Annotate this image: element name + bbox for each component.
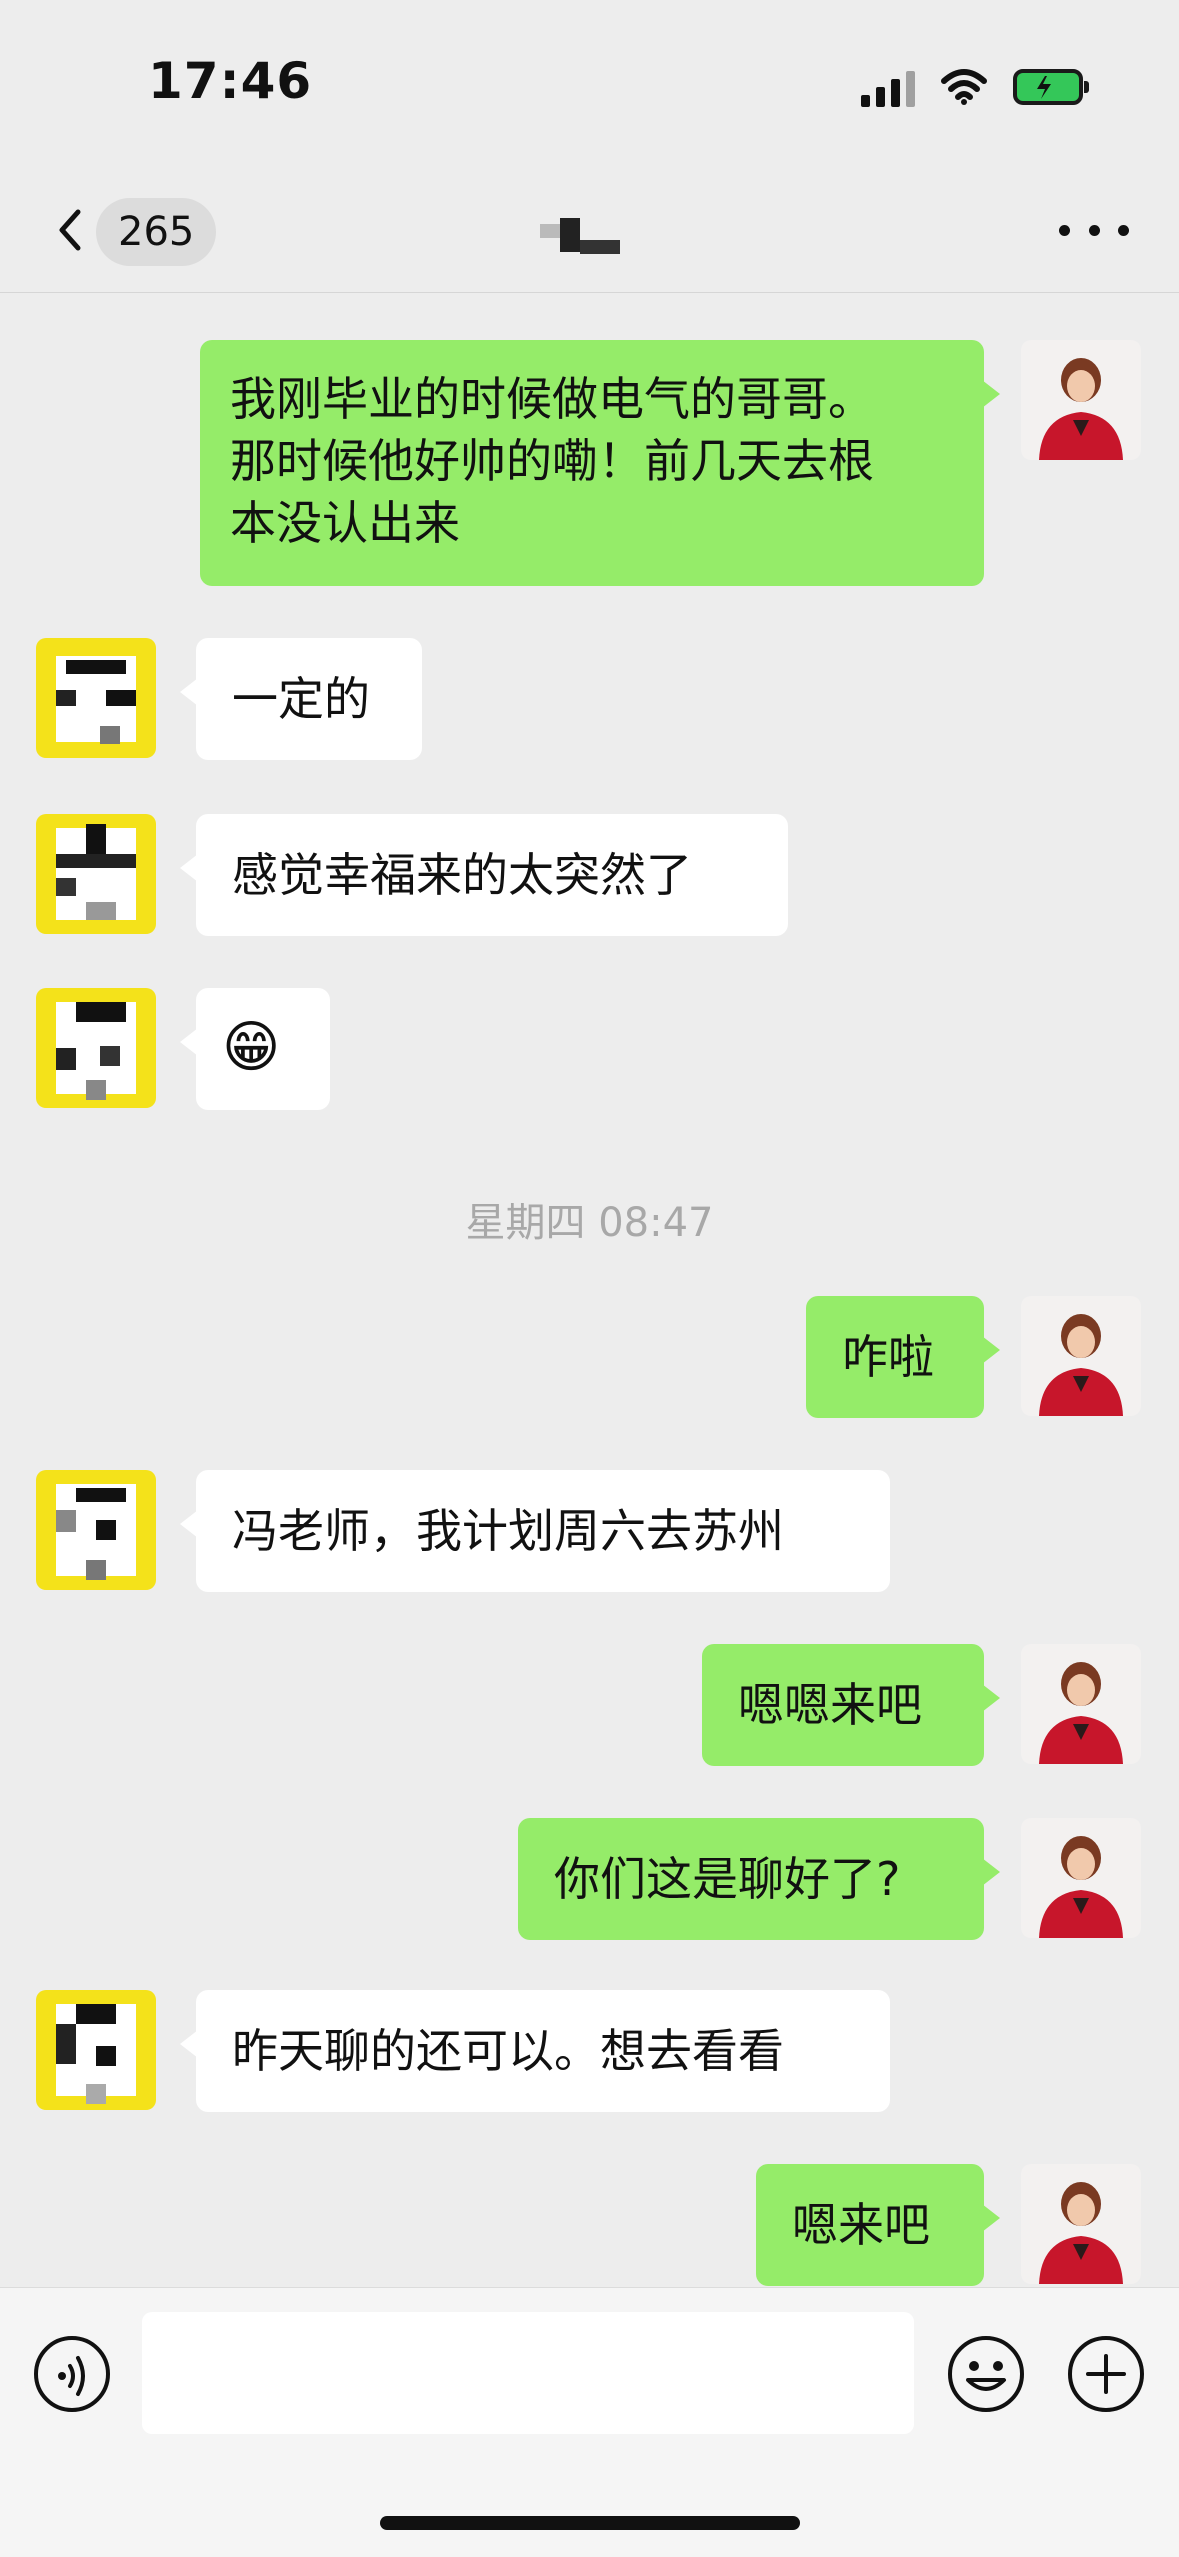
sent-message-bubble[interactable]: 我刚毕业的时候做电气的哥哥。 那时候他好帅的嘞！前几天去根 本没认出来 <box>200 340 1000 586</box>
received-message-bubble[interactable]: 一定的 <box>180 638 422 760</box>
contact-avatar[interactable] <box>36 814 156 934</box>
status-time: 17:46 <box>148 52 313 110</box>
received-message-bubble[interactable]: 感觉幸福来的太突然了 <box>180 814 788 936</box>
sent-message-bubble[interactable]: 嗯来吧 <box>756 2164 1000 2286</box>
more-dot <box>1118 224 1129 236</box>
chat-header: 265 <box>0 170 1179 293</box>
home-indicator[interactable] <box>380 2516 800 2530</box>
sent-message-bubble[interactable]: 你们这是聊好了? <box>518 1818 1000 1940</box>
status-bar: 17:46 <box>0 0 1179 170</box>
unread-count-badge[interactable]: 265 <box>96 198 217 266</box>
contact-avatar[interactable] <box>36 1470 156 1590</box>
message-list[interactable]: 我刚毕业的时候做电气的哥哥。 那时候他好帅的嘞！前几天去根 本没认出来 一定的 <box>0 292 1179 2287</box>
sent-message-bubble[interactable]: 嗯嗯来吧 <box>702 1644 1000 1766</box>
message-input[interactable] <box>142 2312 914 2434</box>
contact-avatar[interactable] <box>36 1990 156 2110</box>
voice-icon[interactable] <box>32 2334 112 2414</box>
received-emoji-bubble[interactable]: 😁 <box>180 988 330 1110</box>
my-avatar[interactable] <box>1021 340 1141 460</box>
my-avatar[interactable] <box>1021 2164 1141 2284</box>
battery-icon <box>1013 69 1089 105</box>
back-chevron-icon[interactable] <box>44 200 104 260</box>
status-icons <box>861 62 1089 112</box>
received-message-bubble[interactable]: 冯老师，我计划周六去苏州 <box>180 1470 890 1592</box>
chat-title-redacted <box>530 210 650 270</box>
signal-icon <box>861 67 915 107</box>
contact-avatar[interactable] <box>36 638 156 758</box>
time-divider: 星期四 08:47 <box>465 1200 714 1246</box>
received-message-bubble[interactable]: 昨天聊的还可以。想去看看 <box>180 1990 890 2112</box>
my-avatar[interactable] <box>1021 1296 1141 1416</box>
my-avatar[interactable] <box>1021 1644 1141 1764</box>
plus-icon[interactable] <box>1066 2334 1146 2414</box>
my-avatar[interactable] <box>1021 1818 1141 1938</box>
contact-avatar[interactable] <box>36 988 156 1108</box>
more-options-button[interactable] <box>1059 210 1129 250</box>
sent-message-bubble[interactable]: 咋啦 <box>806 1296 1000 1418</box>
wifi-icon <box>941 69 987 105</box>
more-dot <box>1059 224 1070 236</box>
more-dot <box>1088 224 1100 236</box>
smile-icon[interactable] <box>946 2334 1026 2414</box>
